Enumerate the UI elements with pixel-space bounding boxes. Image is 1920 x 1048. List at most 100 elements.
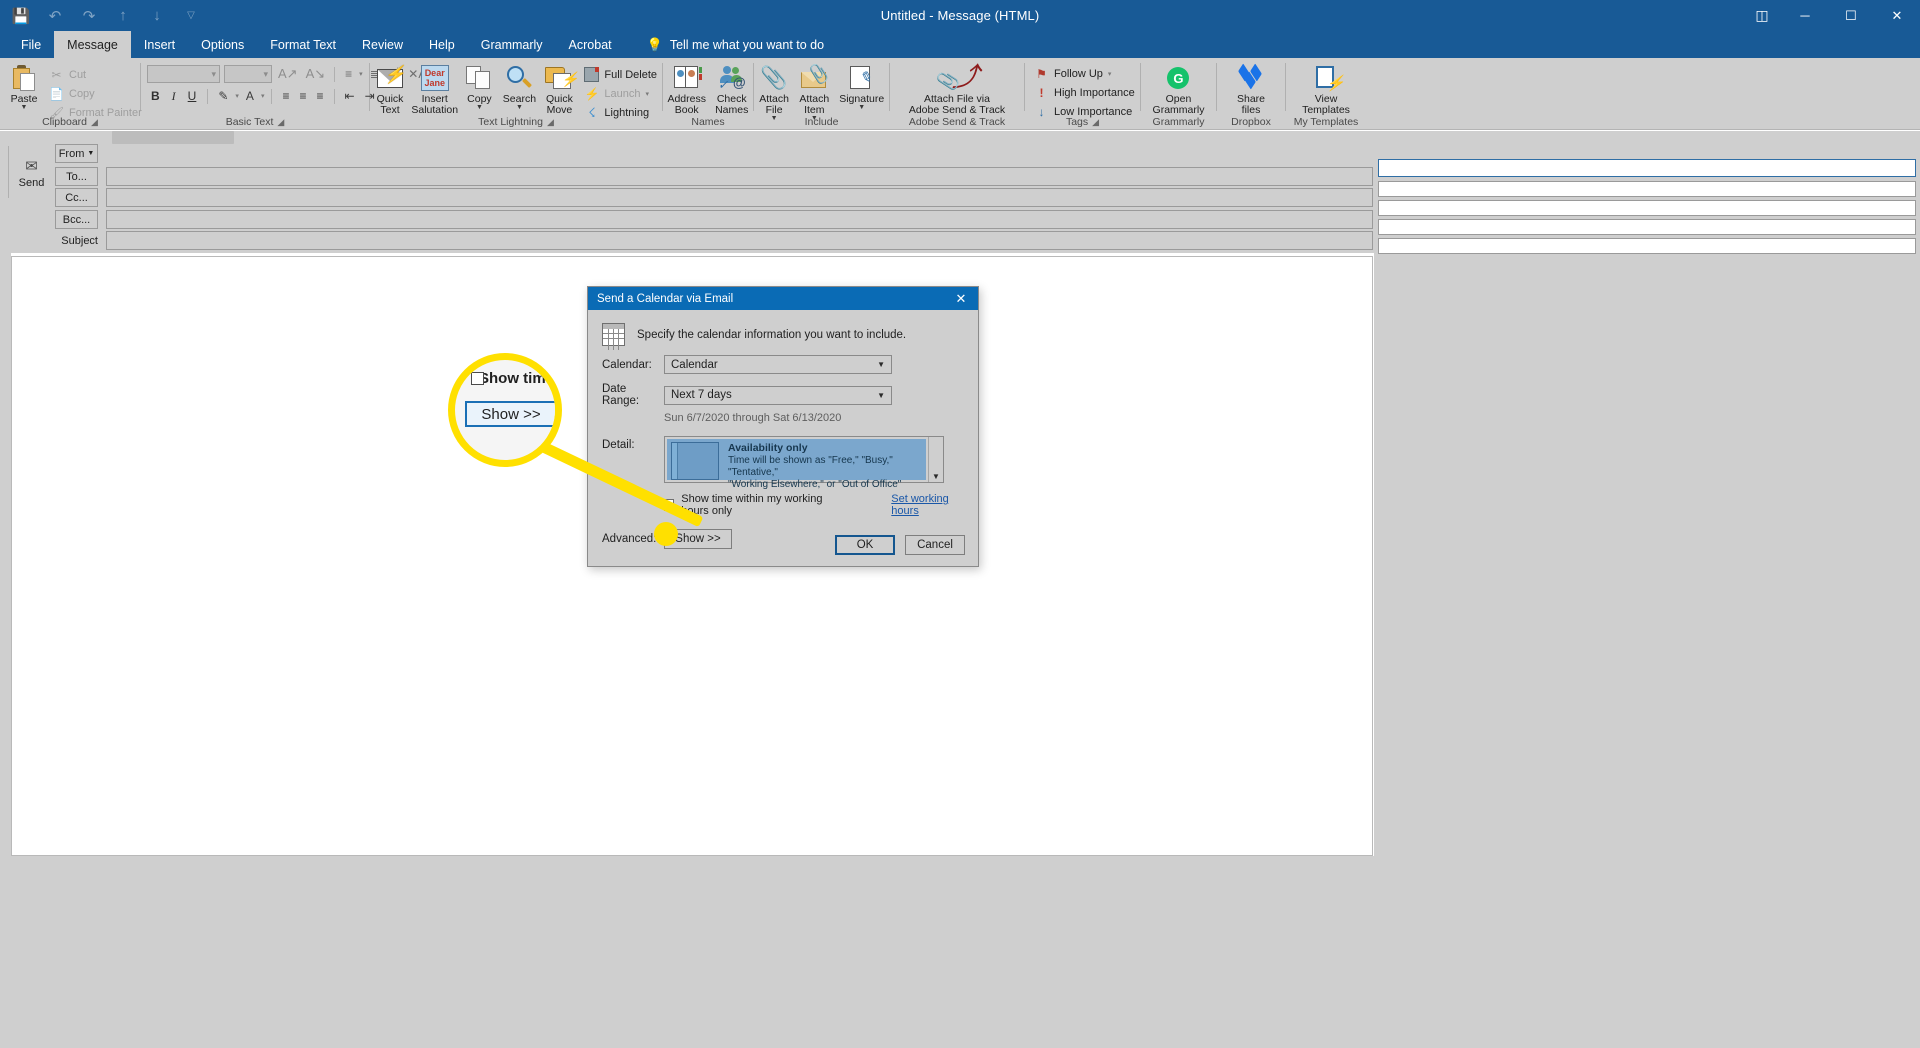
search-button[interactable]: Search ▼ <box>499 61 539 111</box>
bullets-icon[interactable]: ≡ <box>342 67 355 81</box>
tab-options[interactable]: Options <box>188 31 257 58</box>
dialog-close-button[interactable]: ✕ <box>944 287 978 310</box>
share-files-button[interactable]: Share files <box>1231 61 1271 116</box>
follow-up-label: Follow Up <box>1054 67 1103 80</box>
subject-input[interactable] <box>106 231 1373 250</box>
paste-button[interactable]: Paste ▼ <box>4 61 44 111</box>
cut-button[interactable]: ✂ Cut <box>44 65 147 84</box>
signature-button[interactable]: ✎ Signature ▼ <box>834 61 889 111</box>
open-grammarly-button[interactable]: G Open Grammarly <box>1147 61 1211 116</box>
detail-selected-item[interactable]: Availability only Time will be shown as … <box>667 439 926 490</box>
bcc-input[interactable] <box>106 210 1373 229</box>
quick-move-button[interactable]: ⚡ Quick Move <box>539 61 579 116</box>
attach-item-icon: 📎 <box>800 63 829 93</box>
rail-field-3[interactable] <box>1378 200 1916 216</box>
italic-button[interactable]: I <box>168 89 180 104</box>
insert-salutation-button[interactable]: Dear Jane Insert Salutation <box>410 61 459 116</box>
attach-item-button[interactable]: 📎 Attach Item ▼ <box>794 61 834 122</box>
to-button[interactable]: To... <box>55 167 98 186</box>
dialog-title: Send a Calendar via Email <box>597 292 734 305</box>
follow-up-caret[interactable]: ▾ <box>1108 70 1112 78</box>
follow-up-button[interactable]: ⚑ Follow Up ▾ <box>1029 64 1140 83</box>
from-button[interactable]: From ▼ <box>55 144 98 163</box>
align-right-icon[interactable]: ≡ <box>313 89 326 103</box>
text-lightning-dialog-launcher[interactable]: ◢ <box>547 117 554 127</box>
cancel-button[interactable]: Cancel <box>905 535 965 555</box>
date-range-dropdown[interactable]: Next 7 days ▼ <box>664 385 892 405</box>
text-highlight-icon[interactable]: ✎ <box>215 89 231 103</box>
detail-list[interactable]: Availability only Time will be shown as … <box>664 436 944 490</box>
ok-button[interactable]: OK <box>835 535 895 555</box>
detail-scrollbar[interactable]: ▼ <box>928 437 943 482</box>
underline-button[interactable]: U <box>184 89 201 103</box>
attach-file-adobe-button[interactable]: ⤴ 📎 Attach File via Adobe Send & Track <box>903 61 1011 116</box>
copy-tl-caret[interactable]: ▼ <box>476 104 483 111</box>
availability-thumbnail-icon <box>671 442 719 480</box>
quick-text-button[interactable]: ⚡ Quick Text <box>370 61 410 116</box>
font-size-combo[interactable]: ▾ <box>224 65 272 83</box>
send-button[interactable]: ✉ Send <box>8 144 48 201</box>
flag-icon: ⚑ <box>1036 66 1047 81</box>
bullets-caret[interactable]: ▾ <box>359 70 363 78</box>
close-button[interactable]: ✕ <box>1874 0 1920 31</box>
rail-field-1[interactable] <box>1378 159 1916 177</box>
group-label-dropbox: Dropbox <box>1231 116 1271 128</box>
launch-caret[interactable]: ▾ <box>646 90 650 98</box>
rail-field-4[interactable] <box>1378 219 1916 235</box>
align-center-icon[interactable]: ≡ <box>296 89 309 103</box>
tab-format-text[interactable]: Format Text <box>257 31 349 58</box>
copy-button[interactable]: 📄 Copy <box>44 84 147 103</box>
bold-button[interactable]: B <box>147 89 164 103</box>
tags-dialog-launcher[interactable]: ◢ <box>1092 117 1099 127</box>
tell-me-box[interactable]: 💡 Tell me what you want to do <box>625 31 824 58</box>
minimize-button[interactable]: ─ <box>1782 0 1828 31</box>
grow-font-button[interactable]: A↗ <box>276 66 300 82</box>
ribbon-display-options-icon[interactable]: ◫ <box>1742 0 1782 31</box>
tab-insert[interactable]: Insert <box>131 31 188 58</box>
copy-tl-button[interactable]: Copy ▼ <box>459 61 499 111</box>
set-working-hours-link[interactable]: Set working hours <box>891 493 964 517</box>
tab-acrobat[interactable]: Acrobat <box>556 31 625 58</box>
send-label: Send <box>18 176 45 189</box>
check-names-button[interactable]: ✓ @ Check Names <box>710 61 753 116</box>
cc-button[interactable]: Cc... <box>55 188 98 207</box>
tab-file[interactable]: File <box>8 31 54 58</box>
quick-move-label: Quick Move <box>546 93 573 116</box>
view-templates-button[interactable]: ⚡ View Templates <box>1296 61 1356 116</box>
basic-text-dialog-launcher[interactable]: ◢ <box>277 117 284 127</box>
cc-input[interactable] <box>106 188 1373 207</box>
high-importance-button[interactable]: ! High Importance <box>1029 83 1140 102</box>
dropbox-icon <box>1237 63 1265 93</box>
align-left-icon[interactable]: ≡ <box>279 89 292 103</box>
launch-button[interactable]: ⚡ Launch ▾ <box>579 84 662 103</box>
detail-row: Detail: Availability only Time will be s… <box>602 436 964 490</box>
signature-caret[interactable]: ▼ <box>858 104 865 111</box>
scroll-down-icon[interactable]: ▼ <box>932 472 940 481</box>
attach-file-button[interactable]: 📎 Attach File ▼ <box>754 61 794 123</box>
tab-help[interactable]: Help <box>416 31 468 58</box>
to-input[interactable] <box>106 167 1373 186</box>
calendar-dropdown[interactable]: Calendar ▼ <box>664 355 892 374</box>
shrink-font-button[interactable]: A↘ <box>304 66 328 82</box>
clipboard-dialog-launcher[interactable]: ◢ <box>91 117 98 127</box>
bcc-button[interactable]: Bcc... <box>55 210 98 229</box>
tab-message[interactable]: Message <box>54 31 131 58</box>
group-label-basic-text: Basic Text ◢ <box>225 116 285 128</box>
rail-field-5[interactable] <box>1378 238 1916 254</box>
font-name-combo[interactable]: ▾ <box>147 65 220 83</box>
chevron-down-icon: ▼ <box>877 390 885 400</box>
address-book-button[interactable]: Address Book <box>663 61 710 116</box>
highlight-caret[interactable]: ▾ <box>235 92 239 100</box>
tab-review[interactable]: Review <box>349 31 416 58</box>
rail-field-2[interactable] <box>1378 181 1916 197</box>
maximize-button[interactable]: ☐ <box>1828 0 1874 31</box>
search-caret[interactable]: ▼ <box>516 104 523 111</box>
full-delete-label: Full Delete <box>604 68 657 81</box>
font-color-caret[interactable]: ▾ <box>261 92 265 100</box>
group-label-names: Names <box>691 116 725 128</box>
tab-grammarly[interactable]: Grammarly <box>468 31 556 58</box>
full-delete-button[interactable]: Full Delete <box>579 65 662 84</box>
from-value[interactable] <box>112 131 234 144</box>
decrease-indent-icon[interactable]: ⇤ <box>342 89 358 103</box>
font-color-icon[interactable]: A <box>243 89 257 103</box>
